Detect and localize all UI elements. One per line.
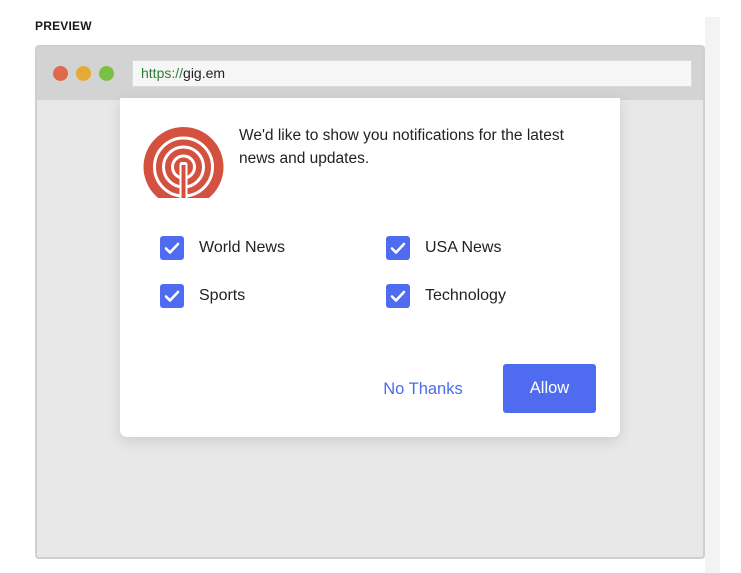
checkbox-checked-icon[interactable] [160,236,184,260]
minimize-dot-icon [76,66,91,81]
category-technology[interactable]: Technology [386,283,506,309]
allow-button[interactable]: Allow [503,364,596,413]
category-label: USA News [425,239,502,256]
maximize-dot-icon [99,66,114,81]
no-thanks-button[interactable]: No Thanks [370,364,476,414]
category-label: Technology [425,287,506,304]
category-world-news[interactable]: World News [160,235,285,261]
close-dot-icon [53,66,68,81]
browser-toolbar: https://gig.em [37,47,703,100]
checkbox-checked-icon[interactable] [386,284,410,308]
prompt-message: We'd like to show you notifications for … [239,127,564,167]
category-sports[interactable]: Sports [160,283,245,309]
url-host: gig.em [183,65,226,81]
onesignal-bell-icon [143,127,224,198]
checkbox-checked-icon[interactable] [160,284,184,308]
category-label: Sports [199,287,246,304]
checkbox-checked-icon[interactable] [386,236,410,260]
category-label: World News [199,239,285,256]
url-scheme: https:// [141,65,184,81]
category-usa-news[interactable]: USA News [386,235,501,261]
preview-heading: PREVIEW [35,19,92,33]
notification-prompt: We'd like to show you notifications for … [120,98,620,437]
scroll-track [705,17,720,573]
address-bar: https://gig.em [132,60,692,87]
